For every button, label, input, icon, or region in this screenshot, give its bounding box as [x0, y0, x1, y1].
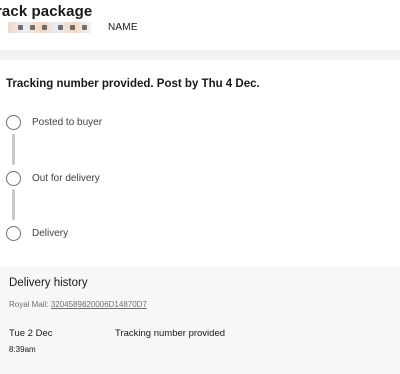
delivery-history-title: Delivery history — [9, 277, 88, 289]
step-circle-out-for-delivery-icon — [6, 171, 21, 186]
delivery-history: Delivery history Royal Mail: 32045898200… — [0, 266, 400, 374]
step-label-out-for-delivery: Out for delivery — [32, 173, 100, 184]
step-connector — [12, 134, 15, 165]
item-summary[interactable]: NAME — [0, 22, 400, 50]
step-connector — [12, 189, 15, 220]
section-divider — [0, 50, 400, 60]
item-thumbnail — [8, 22, 91, 33]
step-label-posted: Posted to buyer — [32, 117, 103, 128]
item-name: NAME — [108, 22, 138, 33]
event-time: 8:39am — [9, 345, 36, 354]
status-heading: Tracking number provided. Post by Thu 4 … — [6, 78, 260, 90]
carrier-line: Royal Mail: 3204589820006D14870D7 — [9, 300, 147, 309]
step-circle-delivery-icon — [6, 226, 21, 241]
carrier-name: Royal Mail: — [9, 300, 49, 309]
step-circle-posted-icon — [6, 115, 21, 130]
page-title: rack package — [0, 3, 93, 20]
event-description: Tracking number provided — [115, 328, 226, 339]
track-package-page: rack package NAME Tracking number provid… — [0, 0, 400, 374]
event-date: Tue 2 Dec — [9, 328, 53, 339]
tracking-number-link[interactable]: 3204589820006D14870D7 — [51, 300, 147, 309]
step-label-delivery: Delivery — [32, 228, 69, 239]
